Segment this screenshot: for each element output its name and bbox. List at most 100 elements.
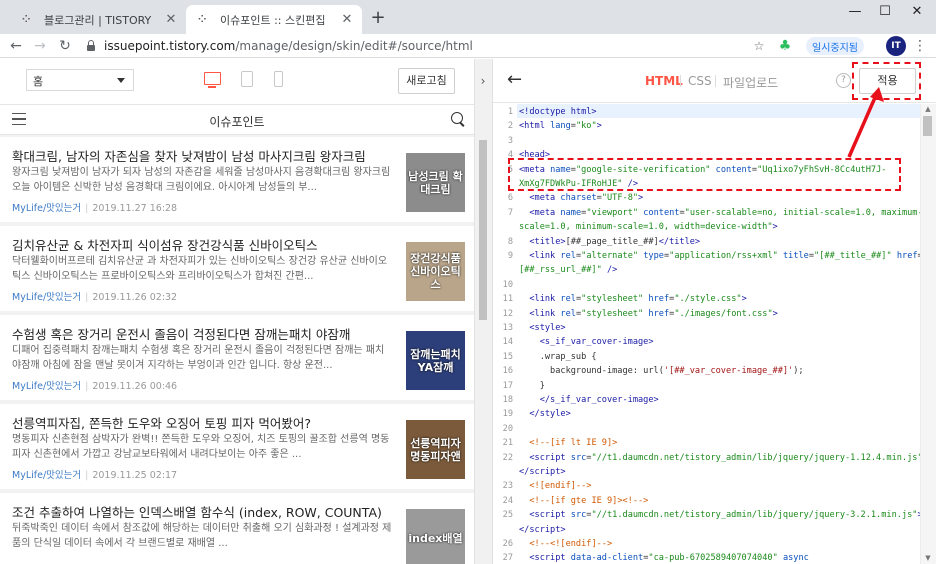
preview-scrollbar-thumb[interactable] xyxy=(479,140,487,320)
code-line[interactable]: } xyxy=(519,381,919,391)
tab-file-upload[interactable]: 파일업로드 xyxy=(723,74,778,91)
code-line[interactable]: <meta charset="UTF-8"> xyxy=(519,193,919,203)
chevron-right-icon[interactable]: › xyxy=(477,74,489,88)
code-line[interactable]: </style> xyxy=(519,409,919,419)
code-line[interactable]: <link rel="stylesheet" href="./style.css… xyxy=(519,294,919,304)
post-date: 2019.11.26 02:32 xyxy=(92,292,178,303)
post-title[interactable]: 수험생 혹은 장거리 운전시 졸음이 걱정된다면 잠깨는패치 야잠깨 xyxy=(12,324,396,343)
post-item[interactable]: 수험생 혹은 장거리 운전시 졸음이 걱정된다면 잠깨는패치 야잠깨 디패어 집… xyxy=(0,315,474,400)
tablet-view-icon[interactable] xyxy=(241,71,253,87)
lock-icon xyxy=(84,39,98,53)
code-line[interactable]: <link rel="alternate" type="application/… xyxy=(519,251,921,261)
code-line[interactable]: <!--[if lt IE 9]> xyxy=(519,438,919,448)
blog-title: 이슈포인트 xyxy=(209,115,265,129)
scroll-up-icon[interactable]: ▲ xyxy=(920,104,936,114)
line-number: 26 xyxy=(502,539,513,549)
tab-html[interactable]: HTML xyxy=(645,74,683,88)
editor-scrollbar-thumb[interactable] xyxy=(923,116,932,136)
code-line[interactable]: </s_if_var_cover-image> xyxy=(519,395,919,405)
code-line[interactable]: scale=1.0, minimum-scale=1.0, width=devi… xyxy=(519,222,919,232)
line-number: 23 xyxy=(502,481,513,492)
line-number: 16 xyxy=(502,366,513,377)
post-meta: MyLife/맛있는거 | 2019.11.26 02:32 xyxy=(12,292,178,303)
line-number: 18 xyxy=(502,395,513,405)
post-item[interactable]: 확대크림, 남자의 자존심을 찾자 낮져밤이 남성 마사지크림 왕자크림 왕자크… xyxy=(0,137,474,222)
minimize-icon[interactable]: — xyxy=(840,2,870,22)
post-item[interactable]: 김치유산균 & 차전자피 식이섬유 장건강식품 신바이오틱스 닥터웰화이버프르테… xyxy=(0,226,474,311)
post-title[interactable]: 조건 추출하여 나열하는 인덱스배열 함수식 (index, ROW, COUN… xyxy=(12,502,396,521)
post-category[interactable]: MyLife/맛있는거 xyxy=(12,470,81,481)
forward-icon[interactable]: → xyxy=(30,36,50,56)
line-number: 19 xyxy=(502,409,513,420)
refresh-button[interactable]: 새로고침 xyxy=(398,68,455,94)
new-tab-plus-icon[interactable]: + xyxy=(368,8,388,28)
post-meta: MyLife/맛있는거 | 2019.11.26 00:46 xyxy=(12,381,178,392)
post-thumbnail[interactable]: 선릉역피자 명동피자앤 xyxy=(406,420,465,479)
post-title[interactable]: 김치유산균 & 차전자피 식이섬유 장건강식품 신바이오틱스 xyxy=(12,235,396,254)
line-number: 27 xyxy=(502,553,513,564)
search-icon[interactable] xyxy=(451,112,463,124)
code-line[interactable]: <script src="//t1.daumcdn.net/tistory_ad… xyxy=(519,510,921,520)
code-line[interactable]: </script> xyxy=(519,467,919,477)
help-icon[interactable]: ? xyxy=(836,73,851,88)
code-line[interactable]: <style> xyxy=(519,323,919,333)
post-title[interactable]: 확대크림, 남자의 자존심을 찾자 낮져밤이 남성 마사지크림 왕자크림 xyxy=(12,146,396,165)
reload-icon[interactable]: ↻ xyxy=(55,36,75,56)
back-arrow-icon[interactable]: ← xyxy=(507,71,527,89)
code-line[interactable]: </script> xyxy=(519,525,919,535)
window-close-icon[interactable]: ✕ xyxy=(902,2,932,22)
url-input[interactable]: issuepoint.tistory.com/manage/design/ski… xyxy=(84,35,774,57)
profile-avatar[interactable]: IT xyxy=(886,36,906,56)
browser-tab-skin-edit[interactable]: ⁘ 이슈포인트 :: 스킨편집 ✕ xyxy=(186,5,362,34)
tab-title: 블로그관리 | TISTORY xyxy=(44,13,152,27)
line-number: 6 xyxy=(507,193,513,204)
code-line[interactable]: <!--[if gte IE 9]><!--> xyxy=(519,496,919,506)
post-thumbnail[interactable]: 남성크림 확대크림 xyxy=(406,153,465,212)
tab-css[interactable]: CSS xyxy=(688,74,712,88)
code-line[interactable]: <title>[##_page_title_##]</title> xyxy=(519,237,919,247)
line-number: 22 xyxy=(502,452,513,463)
post-item[interactable]: 조건 추출하여 나열하는 인덱스배열 함수식 (index, ROW, COUN… xyxy=(0,493,474,564)
code-line[interactable]: <link rel="stylesheet" href="./images/fo… xyxy=(519,309,919,319)
post-meta: MyLife/맛있는거 | 2019.11.25 02:17 xyxy=(12,470,178,481)
line-number: 9 xyxy=(507,251,513,261)
editor-scrollbar[interactable] xyxy=(920,104,936,564)
post-thumbnail[interactable]: 장건강식품 신바이오틱스 xyxy=(406,242,465,301)
post-category[interactable]: MyLife/맛있는거 xyxy=(12,381,81,392)
bookmark-star-icon[interactable]: ☆ xyxy=(750,37,768,55)
close-icon[interactable]: ✕ xyxy=(164,12,178,27)
post-item[interactable]: 선릉역피자집, 쫀득한 도우와 오징어 토핑 피자 먹어봤어? 명동피자 신촌현… xyxy=(0,404,474,489)
evernote-extension-icon[interactable]: ♣ xyxy=(776,37,794,55)
browser-tab-blog-admin[interactable]: ⁘ 블로그관리 | TISTORY ✕ xyxy=(10,5,186,34)
code-line[interactable]: background-image: url('[##_var_cover-ima… xyxy=(519,366,919,376)
post-meta: MyLife/맛있는거 | 2019.11.27 16:28 xyxy=(12,203,178,214)
post-category[interactable]: MyLife/맛있는거 xyxy=(12,203,81,214)
post-title[interactable]: 선릉역피자집, 쫀득한 도우와 오징어 토핑 피자 먹어봤어? xyxy=(12,413,396,432)
url-path: /manage/design/skin/edit#/source/html xyxy=(235,39,473,53)
post-thumbnail[interactable]: 잠깨는패치 YA잠깨 xyxy=(406,331,465,390)
sync-paused-chip[interactable]: 일시중지됨 xyxy=(806,37,864,55)
post-excerpt: 뒤죽박죽인 데이터 속에서 참조값에 해당하는 데이터만 취출해 오기 심화과정… xyxy=(12,523,392,549)
code-line[interactable]: <meta name="viewport" content="user-scal… xyxy=(519,208,921,218)
maximize-icon[interactable]: ☐ xyxy=(870,2,900,22)
code-line[interactable]: [##_rss_url_##]" /> xyxy=(519,265,919,275)
desktop-view-icon[interactable] xyxy=(204,72,221,88)
code-line[interactable]: <!--<![endif]--> xyxy=(519,539,919,549)
post-thumbnail[interactable]: index배열 xyxy=(406,509,465,564)
browser-menu-icon[interactable]: ⋮ xyxy=(912,37,928,55)
code-line[interactable]: <![endif]--> xyxy=(519,481,919,491)
post-category[interactable]: MyLife/맛있는거 xyxy=(12,292,81,303)
browser-tabstrip: ⁘ 블로그관리 | TISTORY ✕ ⁘ 이슈포인트 :: 스킨편집 ✕ + … xyxy=(0,0,936,34)
tistory-favicon-icon: ⁘ xyxy=(22,14,31,25)
code-line[interactable]: <s_if_var_cover-image> xyxy=(519,337,919,347)
page-select-dropdown[interactable]: 홈 xyxy=(26,69,134,91)
mobile-view-icon[interactable] xyxy=(274,71,283,87)
close-icon[interactable]: ✕ xyxy=(340,12,354,27)
scroll-down-icon[interactable]: ▼ xyxy=(920,553,936,563)
line-number: 10 xyxy=(502,279,513,290)
line-number: 2 xyxy=(507,121,513,132)
code-line[interactable]: .wrap_sub { xyxy=(519,352,919,362)
code-line[interactable]: <script src="//t1.daumcdn.net/tistory_ad… xyxy=(519,453,921,463)
code-line[interactable]: <script data-ad-client="ca-pub-670258940… xyxy=(519,553,919,563)
back-icon[interactable]: ← xyxy=(6,36,26,56)
